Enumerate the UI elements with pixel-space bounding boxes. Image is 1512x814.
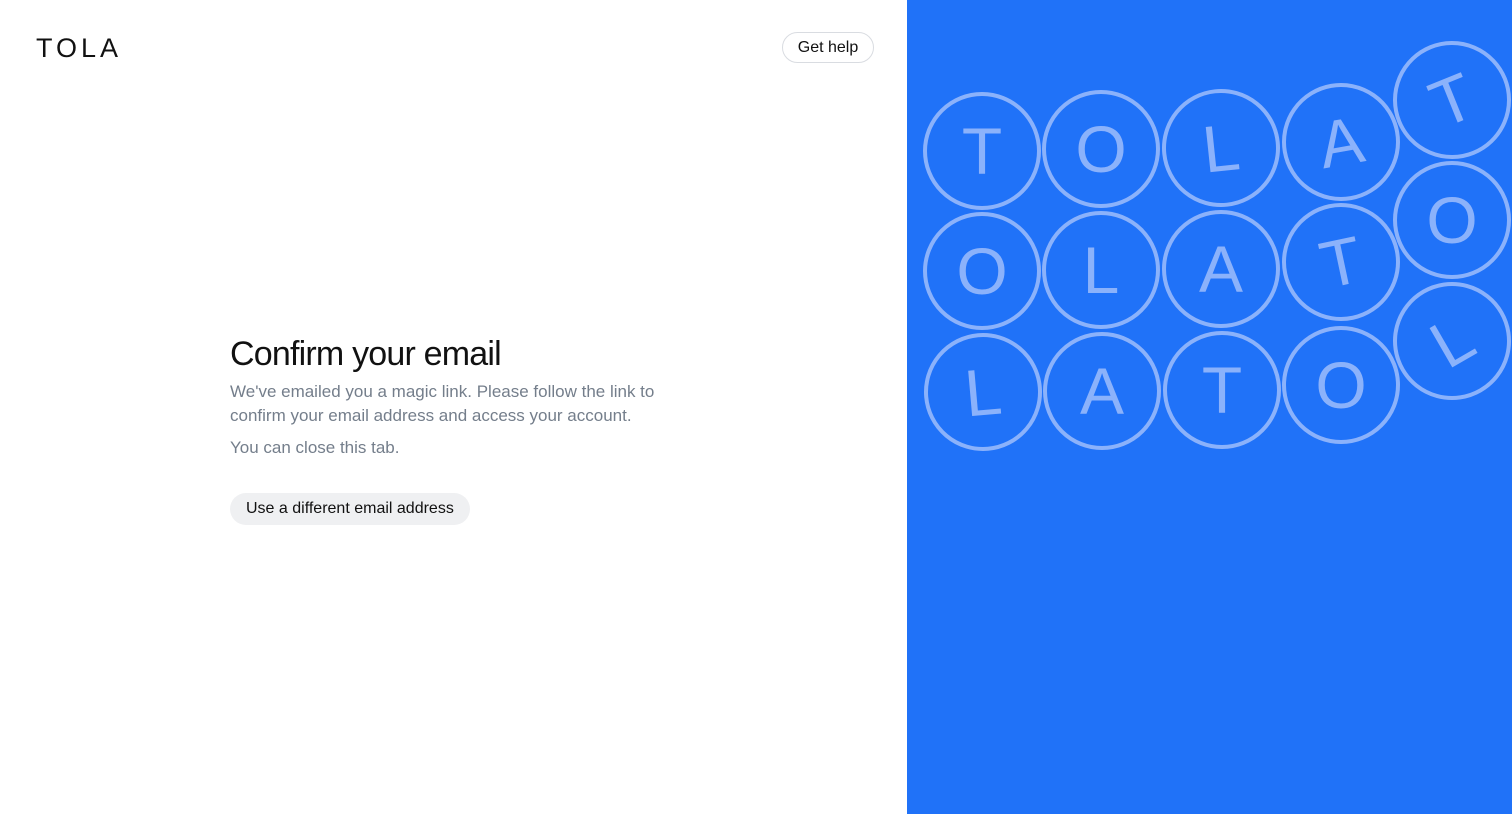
letter-badge-t: T — [1163, 331, 1281, 449]
letter-badge-l: L — [1042, 211, 1160, 329]
tola-logo[interactable]: TOLA — [36, 34, 122, 62]
letter-badge-l: L — [1162, 89, 1280, 207]
letter-badge-o: O — [1393, 161, 1511, 279]
svg-text:L: L — [1418, 300, 1487, 382]
letter-badge-a: A — [1043, 332, 1161, 450]
confirm-email-section: Confirm your email We've emailed you a m… — [230, 334, 660, 525]
svg-text:T: T — [1314, 222, 1369, 303]
svg-text:A: A — [1080, 354, 1124, 428]
get-help-button[interactable]: Get help — [782, 32, 874, 63]
svg-text:A: A — [1199, 232, 1243, 306]
svg-text:T: T — [962, 114, 1002, 188]
letter-badge-t: T — [923, 92, 1041, 210]
letter-badge-o: O — [1042, 90, 1160, 208]
letter-badge-l: L — [924, 333, 1042, 451]
svg-text:A: A — [1313, 102, 1369, 183]
svg-text:T: T — [1419, 58, 1484, 142]
letter-badge-o: O — [1282, 326, 1400, 444]
svg-text:O: O — [956, 234, 1007, 308]
svg-text:T: T — [1202, 353, 1242, 427]
letter-badge-pattern: T O L ATO L A TOL A T OL — [923, 41, 1511, 451]
letter-badge-a: A — [1282, 83, 1400, 201]
svg-text:O: O — [1315, 348, 1366, 422]
left-pane: TOLA Get help Confirm your email We've e… — [0, 0, 907, 814]
magic-link-description: We've emailed you a magic link. Please f… — [230, 382, 655, 425]
svg-text:O: O — [1426, 183, 1477, 257]
letter-badge-a: A — [1162, 210, 1280, 328]
page-title: Confirm your email — [230, 335, 502, 373]
brand-pattern-panel: TOLATOLATOLATOL — [907, 0, 1512, 814]
use-different-email-button[interactable]: Use a different email address — [230, 493, 470, 525]
svg-text:L: L — [1083, 233, 1120, 307]
letter-badge-t: T — [1282, 203, 1400, 321]
page: TOLA Get help Confirm your email We've e… — [0, 0, 1512, 814]
svg-text:L: L — [1199, 109, 1243, 186]
letter-badge-l: L — [1393, 282, 1511, 400]
letter-badge-o: O — [923, 212, 1041, 330]
svg-text:O: O — [1075, 112, 1126, 186]
svg-text:L: L — [961, 354, 1004, 431]
close-tab-note: You can close this tab. — [230, 438, 400, 457]
